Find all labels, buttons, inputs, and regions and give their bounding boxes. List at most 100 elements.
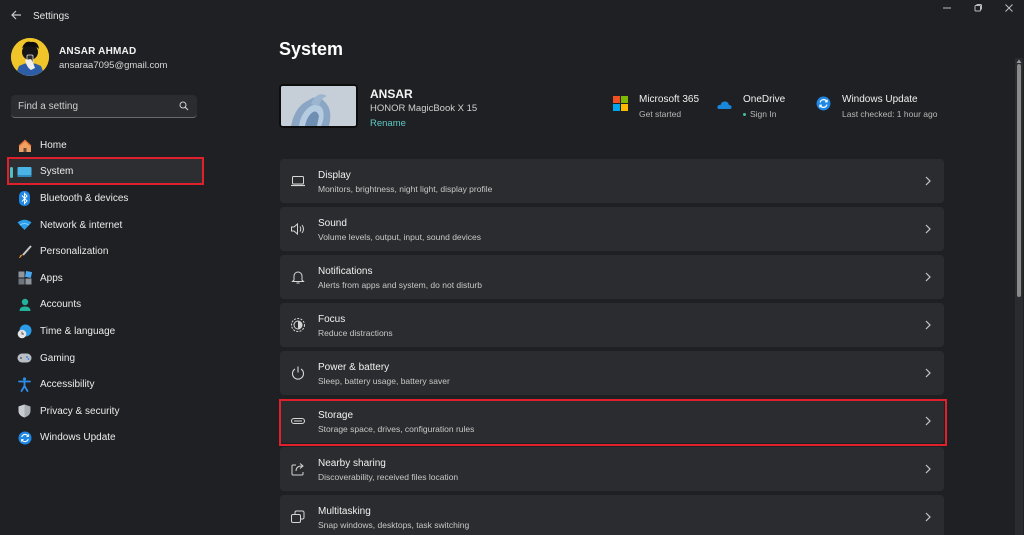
active-indicator (10, 166, 13, 178)
device-model: HONOR MagicBook X 15 (370, 103, 478, 114)
microsoft-365-icon (613, 96, 628, 111)
settings-window: Settings ANSAR AHMAD ansaraa7095@gmail.c… (0, 0, 1024, 535)
chevron-right-icon (925, 416, 931, 426)
time-language-icon (17, 324, 32, 339)
chevron-right-icon (925, 368, 931, 378)
sound-icon (291, 222, 304, 236)
search-icon[interactable] (179, 101, 189, 111)
setting-title: Sound (318, 218, 347, 229)
setting-subtitle: Volume levels, output, input, sound devi… (318, 232, 482, 242)
sidebar-item-system[interactable]: System (8, 158, 204, 186)
sidebar-item-label: Network & internet (40, 219, 123, 231)
setting-title: Display (318, 170, 351, 181)
system-icon (17, 165, 32, 180)
sidebar-item-windows-update[interactable]: Windows Update (8, 425, 204, 452)
sidebar-item-network-internet[interactable]: Network & internet (8, 212, 204, 239)
wifi-icon (17, 218, 32, 233)
windows-update-icon (816, 96, 831, 111)
setting-title: Notifications (318, 266, 373, 277)
bell-icon (291, 271, 305, 284)
page-title: System (279, 39, 344, 59)
setting-card-storage[interactable]: Storage Storage space, drives, configura… (280, 399, 944, 443)
onedrive-icon (717, 101, 732, 109)
sidebar-item-bluetooth-devices[interactable]: Bluetooth & devices (8, 185, 204, 212)
setting-card-nearby-sharing[interactable]: Nearby sharing Discoverability, received… (280, 447, 944, 491)
display-icon (291, 176, 305, 187)
back-arrow-icon (11, 10, 21, 20)
sidebar-item-time-language[interactable]: Time & language (8, 318, 204, 345)
sidebar-item-label: Gaming (40, 352, 76, 364)
setting-subtitle: Sleep, battery usage, battery saver (318, 376, 450, 386)
setting-card-display[interactable]: Display Monitors, brightness, night ligh… (280, 159, 944, 203)
search-input[interactable] (18, 98, 178, 114)
device-thumbnail (279, 84, 358, 128)
search-box[interactable] (11, 95, 197, 118)
accounts-icon (17, 298, 32, 313)
profile-email: ansaraa7095@gmail.com (59, 60, 168, 71)
minimize-icon (943, 7, 951, 9)
accessibility-icon (17, 377, 32, 393)
setting-subtitle: Storage space, drives, configuration rul… (318, 424, 475, 434)
chevron-right-icon (925, 512, 931, 522)
power-icon (291, 366, 305, 380)
restore-icon (974, 4, 982, 12)
setting-card-multitasking[interactable]: Multitasking Snap windows, desktops, tas… (280, 495, 944, 535)
setting-title: Power & battery (318, 362, 390, 373)
brush-icon (17, 244, 32, 259)
profile-name: ANSAR AHMAD (59, 46, 137, 57)
status-dot-icon (743, 113, 746, 117)
avatar-image-icon (11, 38, 49, 76)
apps-icon (17, 271, 32, 286)
back-button[interactable] (9, 9, 23, 23)
setting-card-sound[interactable]: Sound Volume levels, output, input, soun… (280, 207, 944, 251)
quick-link-title: Microsoft 365 (639, 94, 700, 105)
sidebar-item-label: Accounts (40, 299, 82, 311)
sidebar-item-label: Accessibility (40, 379, 95, 391)
setting-subtitle: Alerts from apps and system, do not dist… (318, 280, 482, 290)
minimize-button[interactable] (932, 2, 962, 20)
setting-card-notifications[interactable]: Notifications Alerts from apps and syste… (280, 255, 944, 299)
storage-icon (290, 417, 306, 425)
sidebar-item-privacy-security[interactable]: Privacy & security (8, 398, 204, 425)
setting-title: Nearby sharing (318, 458, 386, 469)
sidebar-item-label: Apps (40, 272, 63, 284)
home-icon (17, 138, 32, 153)
chevron-right-icon (925, 272, 931, 282)
sidebar-item-label: Bluetooth & devices (40, 192, 129, 204)
close-button[interactable] (994, 2, 1024, 20)
sidebar-item-home[interactable]: Home (8, 132, 204, 159)
sidebar-item-accounts[interactable]: Accounts (8, 292, 204, 319)
setting-subtitle: Discoverability, received files location (318, 472, 459, 482)
setting-card-power-battery[interactable]: Power & battery Sleep, battery usage, ba… (280, 351, 944, 395)
sidebar-item-label: Personalization (40, 246, 109, 258)
scrollbar-thumb[interactable] (1017, 64, 1021, 297)
share-icon (291, 463, 304, 476)
vertical-scrollbar[interactable] (1015, 58, 1023, 535)
quick-link-subtitle: Last checked: 1 hour ago (842, 109, 938, 119)
app-title: Settings (33, 11, 70, 22)
sidebar-item-label: Home (40, 139, 67, 151)
sidebar-item-gaming[interactable]: Gaming (8, 345, 204, 372)
gaming-icon (17, 351, 32, 366)
chevron-right-icon (925, 464, 931, 474)
setting-title: Storage (318, 410, 354, 421)
sidebar-item-personalization[interactable]: Personalization (8, 238, 204, 265)
chevron-right-icon (925, 224, 931, 234)
setting-subtitle: Monitors, brightness, night light, displ… (318, 184, 493, 194)
bluetooth-icon (17, 191, 32, 207)
maximize-button[interactable] (963, 2, 993, 20)
wallpaper-bloom-icon (281, 86, 356, 126)
sidebar-item-accessibility[interactable]: Accessibility (8, 371, 204, 398)
chevron-right-icon (925, 176, 931, 186)
rename-link[interactable]: Rename (370, 118, 406, 129)
sidebar-nav: Home System Bluetooth & devices Network … (8, 132, 204, 451)
setting-title: Focus (318, 314, 346, 325)
setting-card-focus[interactable]: Focus Reduce distractions (280, 303, 944, 347)
setting-subtitle: Reduce distractions (318, 328, 393, 338)
quick-link-subtitle: Sign In (743, 109, 776, 119)
close-icon (1005, 4, 1013, 12)
focus-icon (291, 318, 305, 332)
sidebar-item-apps[interactable]: Apps (8, 265, 204, 292)
avatar[interactable] (11, 38, 49, 76)
shield-icon (17, 404, 32, 419)
